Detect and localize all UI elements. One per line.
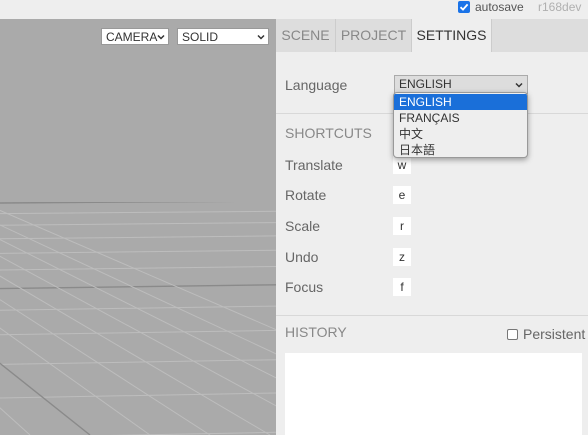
sky-area [0,19,276,202]
shortcut-key-input[interactable]: z [393,248,411,266]
chevron-down-icon [257,34,265,40]
chevron-down-icon [515,82,523,88]
history-list[interactable] [285,353,582,435]
shading-select-value: SOLID [182,29,219,44]
shading-select[interactable]: SOLID [177,28,269,45]
grid-line [0,210,276,215]
grid-line [0,249,276,254]
persistent-label: Persistent [523,326,586,342]
tab-settings[interactable]: SETTINGS [412,19,492,52]
autosave-toggle[interactable]: autosave [458,0,524,14]
grid-line [0,222,276,226]
autosave-label: autosave [475,0,524,14]
shortcuts-title: SHORTCUTS [285,125,372,141]
chevron-down-icon [157,34,165,40]
shortcut-key-input[interactable]: f [393,278,411,296]
language-dropdown: ENGLISH FRANÇAIS 中文 日本語 [393,92,528,158]
top-bar: autosave r168dev [0,0,588,19]
tab-scene[interactable]: SCENE [276,19,336,52]
language-select-value: ENGLISH [399,77,452,91]
shortcut-row-scale: Scale r [285,217,415,236]
tab-project[interactable]: PROJECT [336,19,412,52]
language-option-french[interactable]: FRANÇAIS [394,110,527,126]
section-divider [276,315,588,316]
grid-line [0,235,276,240]
shortcut-label: Rotate [285,187,327,203]
shortcut-key-input[interactable]: r [393,217,411,235]
shortcut-row-undo: Undo z [285,248,415,267]
shortcut-label: Focus [285,279,324,295]
shortcut-label: Scale [285,218,321,234]
version-label: r168dev [538,0,582,14]
language-option-japanese[interactable]: 日本語 [394,142,527,157]
viewport[interactable]: CAMERA SOLID [0,19,276,435]
shortcut-key-input[interactable]: e [393,186,411,204]
shortcut-label: Translate [285,157,343,173]
shortcut-label: Undo [285,249,319,265]
history-title: HISTORY [285,324,347,340]
camera-select-value: CAMERA [106,29,158,44]
shortcut-row-focus: Focus f [285,278,415,297]
language-option-english[interactable]: ENGLISH [394,94,527,110]
sidebar: SCENE PROJECT SETTINGS Language ENGLISH … [276,19,588,435]
persistent-toggle[interactable]: Persistent [507,326,585,342]
language-option-chinese[interactable]: 中文 [394,126,527,142]
tab-bar: SCENE PROJECT SETTINGS [276,19,588,52]
autosave-checkbox[interactable] [458,1,470,13]
grid-plane [0,19,276,435]
shortcut-row-translate: Translate w [285,156,415,175]
shortcut-row-rotate: Rotate e [285,186,415,205]
checkmark-icon [459,3,469,11]
grid-line [0,359,276,365]
language-label: Language [285,77,348,93]
camera-select[interactable]: CAMERA [101,28,169,45]
persistent-checkbox[interactable] [507,328,518,340]
grid-line [0,284,276,290]
shortcut-key-input[interactable]: w [393,156,411,174]
